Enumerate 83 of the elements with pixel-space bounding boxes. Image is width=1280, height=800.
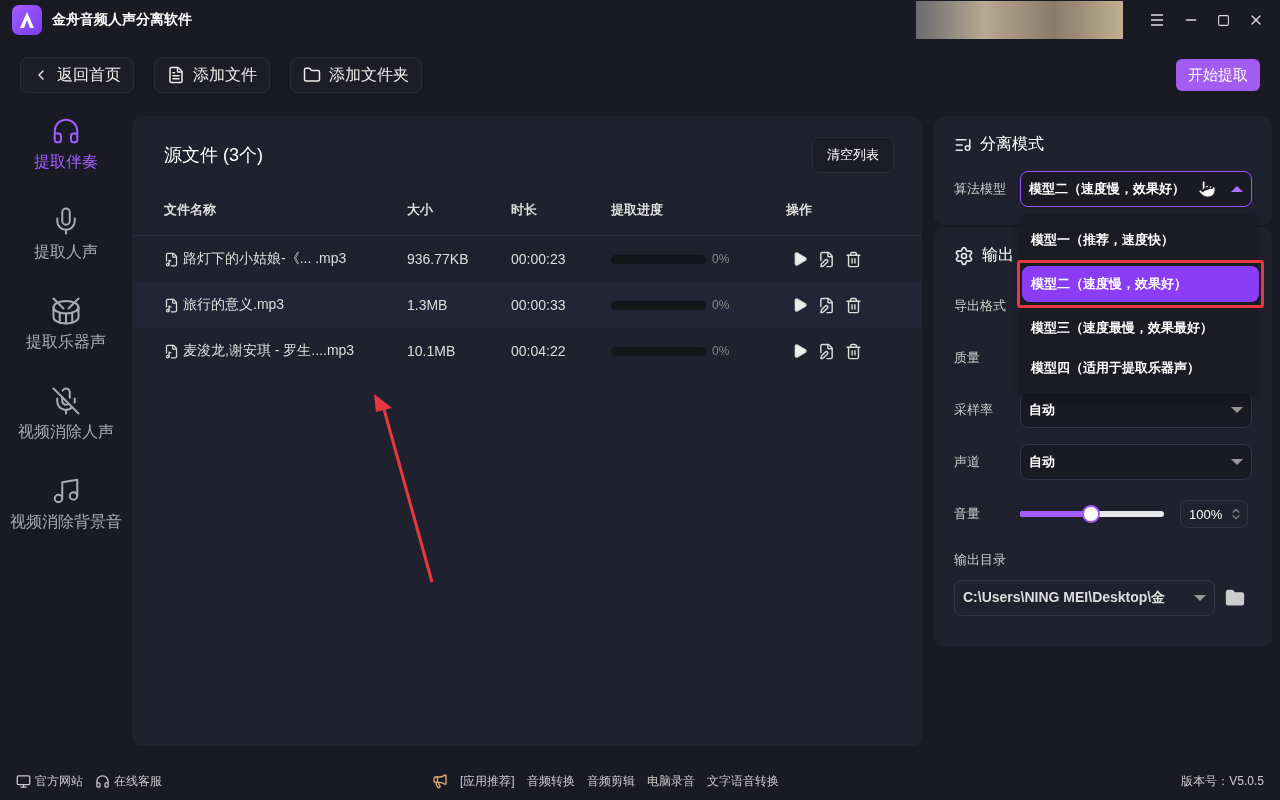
dropdown-option[interactable]: 模型四（适用于提取乐器声） — [1022, 348, 1254, 388]
muted-microphone-icon — [51, 386, 81, 416]
support-link[interactable]: 在线客服 — [95, 772, 162, 790]
progress-percent: 0% — [712, 344, 730, 358]
add-folder-button[interactable]: 添加文件夹 — [290, 57, 422, 93]
back-button[interactable]: 返回首页 — [20, 57, 134, 93]
sidebar-item[interactable]: 提取乐器声 — [26, 296, 106, 372]
file-name: 旅行的意义.mp3 — [183, 296, 285, 314]
music-file-icon — [164, 251, 179, 267]
caret-icon — [1231, 186, 1243, 192]
column-header: 文件名称 — [164, 200, 217, 219]
delete-icon[interactable] — [845, 296, 862, 314]
folder-icon — [303, 66, 321, 84]
file-name: 路灯下的小姑娘-《... .mp3 — [183, 250, 347, 268]
music-file-icon — [164, 343, 179, 359]
field-label: 质量 — [954, 349, 981, 367]
dropdown-option[interactable]: 模型三（速度最慢，效果最好） — [1022, 308, 1254, 348]
progress-percent: 0% — [712, 252, 730, 266]
monitor-icon — [16, 773, 31, 789]
output-folder-field[interactable]: C:\Users\NING MEI\Desktop\金 — [954, 580, 1215, 616]
column-header: 操作 — [786, 200, 813, 219]
column-header: 提取进度 — [611, 200, 664, 219]
edit-file-icon[interactable] — [818, 296, 835, 314]
app-logo — [12, 5, 42, 35]
dropdown-option[interactable]: 模型二（速度慢，效果好） — [1022, 266, 1259, 302]
window-title: 金舟音频人声分离软件 — [52, 11, 193, 29]
file-size: 1.3MB — [407, 297, 449, 313]
column-header: 大小 — [407, 200, 434, 219]
caret-icon — [1231, 459, 1243, 465]
website-link[interactable]: 官方网站 — [16, 772, 83, 790]
dropdown-option[interactable]: 模型一（推荐，速度快） — [1022, 220, 1254, 260]
start-button[interactable]: 开始提取 — [1176, 59, 1260, 91]
clear-list-button[interactable]: 清空列表 — [812, 137, 894, 173]
volume-slider[interactable] — [1020, 505, 1164, 523]
delete-icon[interactable] — [845, 250, 862, 268]
file-duration: 00:00:23 — [511, 251, 567, 267]
megaphone-icon — [432, 773, 448, 789]
sidebar-item[interactable]: 提取伴奏 — [34, 116, 98, 192]
dropdown-field[interactable]: 自动 — [1020, 444, 1252, 480]
app-link[interactable]: 文字语音转换 — [706, 772, 779, 790]
field-label: 算法模型 — [954, 180, 1007, 198]
caret-icon — [1194, 595, 1206, 601]
file-duration: 00:04:22 — [511, 343, 567, 359]
file-duration: 00:00:33 — [511, 297, 567, 313]
sidebar-item[interactable]: 视频消除人声 — [18, 386, 114, 462]
dropdown-field[interactable]: 自动 — [1020, 392, 1252, 428]
caret-icon — [1231, 407, 1243, 413]
add-file-button[interactable]: 添加文件 — [154, 57, 270, 93]
field-label: 声道 — [954, 453, 981, 471]
hand-cursor-icon — [1197, 179, 1217, 199]
card-title: 分离模式 — [980, 134, 1044, 154]
headset-icon — [95, 773, 110, 789]
app-link[interactable]: 电脑录音 — [646, 772, 695, 790]
app-link[interactable]: 音频剪辑 — [586, 772, 635, 790]
settings-icon — [954, 245, 974, 266]
field-label: 音量 — [954, 505, 981, 523]
play-icon[interactable] — [792, 296, 808, 313]
sidebar-item[interactable]: 提取人声 — [34, 206, 98, 282]
headphones-icon — [51, 116, 81, 146]
edit-file-icon[interactable] — [818, 342, 835, 360]
app-link[interactable]: 音频转换 — [526, 772, 575, 790]
delete-icon[interactable] — [845, 342, 862, 360]
field-label: 输出目录 — [954, 551, 1007, 569]
panel-title: 源文件 (3个) — [164, 144, 263, 167]
field-label: 采样率 — [954, 401, 994, 419]
drum-icon — [51, 296, 81, 326]
file-name: 麦浚龙,谢安琪 - 罗生....mp3 — [183, 342, 355, 360]
play-icon[interactable] — [792, 342, 808, 359]
volume-input[interactable]: 100% — [1180, 500, 1248, 528]
edit-file-icon[interactable] — [818, 250, 835, 268]
sidebar-item[interactable]: 视频消除背景音 — [10, 476, 122, 552]
file-size: 936.77KB — [407, 251, 470, 267]
version-text: 版本号：V5.0.5 — [1181, 772, 1264, 790]
music-file-icon — [164, 297, 179, 313]
field-label: 导出格式 — [954, 297, 1007, 315]
card-title: 输出 — [982, 245, 1014, 265]
document-icon — [167, 66, 185, 84]
folder-icon[interactable] — [1225, 588, 1245, 608]
play-icon[interactable] — [792, 250, 808, 267]
progress-percent: 0% — [712, 298, 730, 312]
column-header: 时长 — [511, 200, 538, 219]
file-size: 10.1MB — [407, 343, 457, 359]
recommend-label: [应用推荐] — [460, 772, 515, 790]
